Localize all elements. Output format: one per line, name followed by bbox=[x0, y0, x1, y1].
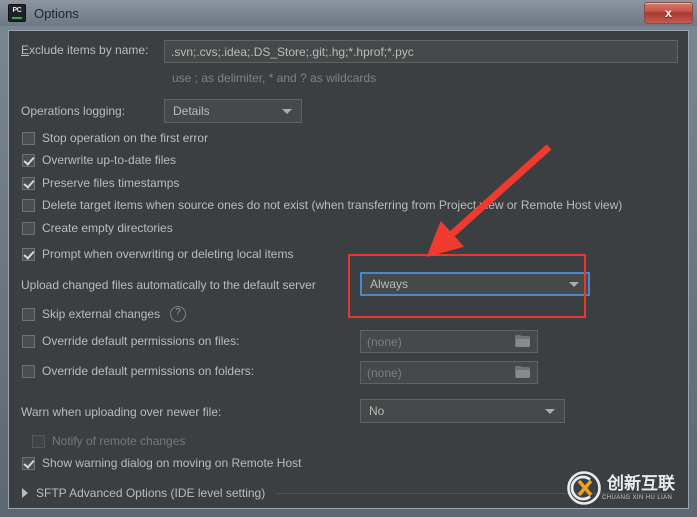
checkbox-label-create-empty-directories: Create empty directories bbox=[42, 221, 173, 235]
checkbox-label-preserve-timestamps: Preserve files timestamps bbox=[42, 176, 180, 190]
checkbox-preserve-timestamps[interactable] bbox=[22, 176, 35, 190]
checkbox-label-prompt-overwriting: Prompt when overwriting or deleting loca… bbox=[42, 247, 294, 261]
pycharm-icon-text: PC bbox=[12, 7, 22, 14]
checkbox-stop-operation[interactable] bbox=[22, 131, 35, 145]
folder-icon[interactable] bbox=[515, 365, 531, 380]
checkbox-row-override-files[interactable]: Override default permissions on files: bbox=[22, 334, 239, 348]
exclude-items-label-mnemonic: E bbox=[21, 43, 30, 57]
checkbox-row-show-warning-dialog[interactable]: Show warning dialog on moving on Remote … bbox=[22, 456, 301, 470]
checkbox-row-override-folders[interactable]: Override default permissions on folders: bbox=[22, 364, 254, 378]
checkbox-override-permissions-folders[interactable] bbox=[22, 364, 35, 378]
checkbox-row-stop-operation[interactable]: Stop operation on the first error bbox=[22, 131, 208, 145]
sftp-separator-line bbox=[275, 492, 672, 494]
operations-logging-row: Operations logging: bbox=[21, 104, 125, 118]
checkbox-skip-external-changes[interactable] bbox=[22, 307, 35, 321]
pycharm-icon: PC bbox=[8, 4, 26, 22]
checkbox-label-overwrite-files: Overwrite up-to-date files bbox=[42, 153, 177, 167]
checkbox-row-prompt-overwriting[interactable]: Prompt when overwriting or deleting loca… bbox=[22, 247, 293, 261]
checkbox-delete-target-items[interactable] bbox=[22, 198, 35, 212]
close-button[interactable]: x bbox=[644, 2, 693, 24]
override-permissions-files-input[interactable]: (none) bbox=[360, 330, 538, 353]
window-title: Options bbox=[34, 5, 79, 21]
folder-icon[interactable] bbox=[515, 334, 531, 349]
checkbox-label-delete-target-items: Delete target items when source ones do … bbox=[42, 198, 623, 212]
warn-newer-file-row: Warn when uploading over newer file: bbox=[21, 405, 221, 419]
dialog-content-panel: Exclude items by name: .svn;.cvs;.idea;.… bbox=[8, 30, 689, 509]
title-bar: PC Options x bbox=[0, 0, 697, 26]
checkbox-overwrite-files[interactable] bbox=[22, 153, 35, 167]
warn-newer-file-value: No bbox=[369, 404, 385, 418]
checkbox-prompt-overwriting[interactable] bbox=[22, 247, 35, 261]
upload-changed-files-value: Always bbox=[370, 277, 409, 291]
checkbox-label-show-warning-dialog: Show warning dialog on moving on Remote … bbox=[42, 456, 302, 470]
chevron-down-icon bbox=[545, 409, 555, 414]
pycharm-icon-bar bbox=[12, 17, 22, 19]
exclude-items-input[interactable]: .svn;.cvs;.idea;.DS_Store;.git;.hg;*.hpr… bbox=[164, 40, 678, 63]
checkbox-label-stop-operation: Stop operation on the first error bbox=[42, 131, 209, 145]
exclude-items-row: Exclude items by name: bbox=[21, 43, 148, 57]
options-dialog-window: PC Options x Exclude items by name: .svn… bbox=[0, 0, 697, 517]
override-permissions-folders-value: (none) bbox=[367, 365, 402, 380]
exclude-items-label-rest: xclude items by name: bbox=[29, 43, 149, 57]
upload-changed-files-label: Upload changed files automatically to th… bbox=[21, 278, 316, 292]
checkbox-create-empty-directories[interactable] bbox=[22, 221, 35, 235]
checkbox-row-overwrite-files[interactable]: Overwrite up-to-date files bbox=[22, 153, 176, 167]
checkbox-row-delete-target-items[interactable]: Delete target items when source ones do … bbox=[22, 198, 622, 212]
question-mark-icon[interactable]: ? bbox=[170, 306, 187, 322]
upload-changed-files-combo[interactable]: Always bbox=[360, 272, 590, 296]
checkbox-row-skip-external-changes[interactable]: Skip external changes ? bbox=[22, 306, 187, 322]
exclude-items-label: Exclude items by name: bbox=[21, 43, 148, 57]
exclude-items-hint: use ; as delimiter, * and ? as wildcards bbox=[172, 71, 377, 85]
operations-logging-label: Operations logging: bbox=[21, 104, 126, 118]
checkbox-row-preserve-timestamps[interactable]: Preserve files timestamps bbox=[22, 176, 179, 190]
checkbox-row-create-empty-directories[interactable]: Create empty directories bbox=[22, 221, 173, 235]
override-permissions-files-value: (none) bbox=[367, 334, 402, 349]
checkbox-show-warning-dialog[interactable] bbox=[22, 456, 35, 470]
upload-changed-files-row: Upload changed files automatically to th… bbox=[21, 278, 316, 292]
warn-newer-file-label: Warn when uploading over newer file: bbox=[21, 405, 222, 419]
warn-newer-file-combo[interactable]: No bbox=[360, 399, 565, 423]
chevron-down-icon bbox=[569, 282, 579, 287]
checkbox-label-override-permissions-files: Override default permissions on files: bbox=[42, 334, 240, 348]
exclude-items-value: .svn;.cvs;.idea;.DS_Store;.git;.hg;*.hpr… bbox=[171, 44, 414, 59]
checkbox-override-permissions-files[interactable] bbox=[22, 334, 35, 348]
operations-logging-value: Details bbox=[173, 104, 210, 118]
checkbox-label-override-permissions-folders: Override default permissions on folders: bbox=[42, 364, 255, 378]
sftp-advanced-options-label: SFTP Advanced Options (IDE level setting… bbox=[36, 486, 266, 500]
chevron-down-icon bbox=[282, 109, 292, 114]
operations-logging-combo[interactable]: Details bbox=[164, 99, 302, 123]
checkbox-row-notify-remote-changes: Notify of remote changes bbox=[32, 434, 185, 448]
checkbox-notify-remote-changes bbox=[32, 434, 45, 448]
checkbox-label-skip-external-changes: Skip external changes bbox=[42, 307, 161, 321]
override-permissions-folders-input[interactable]: (none) bbox=[360, 361, 538, 384]
checkbox-label-notify-remote-changes: Notify of remote changes bbox=[52, 434, 186, 448]
chevron-right-icon[interactable] bbox=[22, 488, 28, 498]
sftp-advanced-options-row[interactable]: SFTP Advanced Options (IDE level setting… bbox=[22, 486, 672, 500]
